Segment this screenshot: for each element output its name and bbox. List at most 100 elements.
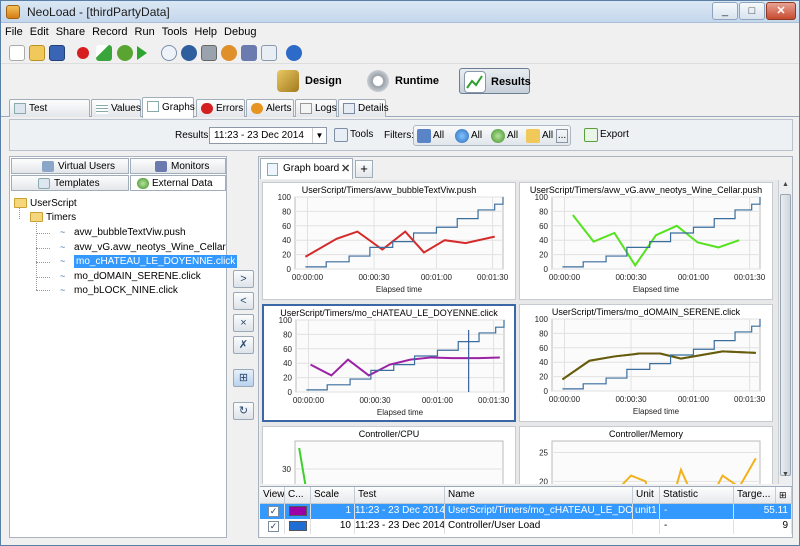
tab-errors[interactable]: Errors bbox=[196, 99, 245, 117]
filter-time[interactable]: All bbox=[526, 129, 556, 143]
results-select[interactable]: 11:23 - 23 Dec 2014 ▼ bbox=[209, 127, 327, 144]
export-icon bbox=[584, 128, 598, 142]
y-tick-label: 60 bbox=[539, 344, 548, 353]
menu-edit[interactable]: Edit bbox=[26, 24, 52, 38]
tab-values[interactable]: Values bbox=[91, 99, 141, 117]
col-color[interactable]: C... bbox=[285, 487, 311, 504]
col-statistic[interactable]: Statistic bbox=[660, 487, 734, 504]
details-icon bbox=[343, 103, 355, 114]
mode-results[interactable]: Results bbox=[459, 68, 531, 94]
menu-share[interactable]: Share bbox=[52, 24, 88, 38]
edit-icon[interactable] bbox=[261, 45, 277, 61]
menu-bar: File Edit Share Record Run Tools Help Debug bbox=[1, 24, 799, 41]
col-scale[interactable]: Scale bbox=[311, 487, 355, 504]
col-view[interactable]: View bbox=[260, 487, 285, 504]
cloud-icon[interactable] bbox=[161, 45, 177, 61]
menu-debug[interactable]: Debug bbox=[220, 24, 259, 38]
y-tick-label: 0 bbox=[287, 265, 292, 274]
column-chooser-icon[interactable]: ⊞ bbox=[776, 487, 792, 504]
tab-templates[interactable]: Templates bbox=[11, 175, 129, 191]
col-test[interactable]: Test bbox=[355, 487, 445, 504]
save-icon[interactable] bbox=[49, 45, 65, 61]
maximize-button[interactable]: □ bbox=[739, 2, 765, 20]
tools-button[interactable]: Tools bbox=[332, 126, 380, 145]
color-swatch[interactable] bbox=[289, 506, 307, 516]
line-chart: 152025 bbox=[539, 440, 761, 484]
color-swatch[interactable] bbox=[289, 521, 307, 531]
timer-icon: ~ bbox=[60, 285, 66, 295]
tab-test-summary[interactable]: Test Summary bbox=[9, 99, 90, 131]
filter-population[interactable]: All bbox=[417, 129, 449, 143]
tab-graphs[interactable]: Graphs bbox=[142, 97, 195, 118]
view-checkbox[interactable]: ✓ bbox=[268, 521, 279, 532]
graph-card[interactable]: Controller/CPU2030 bbox=[262, 426, 516, 484]
monitor-icon[interactable] bbox=[241, 45, 257, 61]
filter-generator[interactable]: All bbox=[491, 129, 523, 143]
tab-logs[interactable]: Logs bbox=[295, 99, 337, 117]
y-tick-label: 20 bbox=[539, 251, 548, 260]
col-target[interactable]: Targe... bbox=[734, 487, 776, 504]
graph-card[interactable]: UserScript/Timers/mo_dOMAIN_SERENE.click… bbox=[519, 304, 773, 422]
template-icon bbox=[38, 178, 50, 189]
open-icon[interactable] bbox=[29, 45, 45, 61]
menu-help[interactable]: Help bbox=[190, 24, 220, 38]
close-button[interactable]: ✕ bbox=[766, 2, 796, 20]
y-tick-label: 100 bbox=[278, 193, 292, 202]
menu-run[interactable]: Run bbox=[131, 24, 158, 38]
check-icon[interactable] bbox=[96, 45, 112, 61]
remove-from-graph-button[interactable]: < bbox=[233, 292, 254, 310]
timer-icon: ~ bbox=[60, 271, 66, 281]
minimize-button[interactable]: _ bbox=[712, 2, 738, 20]
graph-card[interactable]: UserScript/Timers/avw_vG.avw_neotys_Wine… bbox=[519, 182, 773, 300]
graph-card[interactable]: UserScript/Timers/avw_bubbleTextViw.push… bbox=[262, 182, 516, 300]
debug-icon[interactable] bbox=[117, 45, 133, 61]
col-name[interactable]: Name bbox=[445, 487, 633, 504]
more-filters-button[interactable]: ... bbox=[556, 129, 568, 143]
server-icon[interactable] bbox=[201, 45, 217, 61]
run-icon[interactable] bbox=[137, 46, 147, 60]
license-icon[interactable] bbox=[221, 45, 237, 61]
export-button[interactable]: Export bbox=[582, 126, 632, 145]
view-checkbox[interactable]: ✓ bbox=[268, 506, 279, 517]
menu-file[interactable]: File bbox=[1, 24, 26, 38]
time-icon bbox=[526, 129, 540, 143]
graph-card[interactable]: UserScript/Timers/mo_cHATEAU_LE_DOYENNE.… bbox=[262, 304, 516, 422]
x-tick-label: 00:00:00 bbox=[549, 273, 581, 282]
sync-icon[interactable] bbox=[181, 45, 197, 61]
vertical-scrollbar[interactable]: ▲ ▼ bbox=[778, 180, 792, 484]
results-label: Results: bbox=[175, 130, 212, 141]
tab-monitors[interactable]: Monitors bbox=[130, 158, 226, 174]
record-icon[interactable] bbox=[77, 47, 89, 59]
table-row[interactable]: ✓ 1 11:23 - 23 Dec 2014 UserScript/Timer… bbox=[260, 504, 792, 519]
add-to-graph-button[interactable]: > bbox=[233, 270, 254, 288]
y-tick-label: 40 bbox=[282, 236, 291, 245]
filter-zone[interactable]: All bbox=[455, 129, 487, 143]
timer-icon: ~ bbox=[60, 256, 66, 266]
delete-curve-button[interactable]: × bbox=[233, 314, 254, 332]
layout-grid-button[interactable]: ⊞ bbox=[233, 369, 254, 387]
col-unit[interactable]: Unit bbox=[633, 487, 660, 504]
graph-grid: UserScript/Timers/avw_bubbleTextViw.push… bbox=[260, 180, 778, 484]
help-icon[interactable] bbox=[286, 45, 302, 61]
menu-record[interactable]: Record bbox=[88, 24, 130, 38]
scroll-thumb[interactable] bbox=[780, 194, 791, 476]
menu-tools[interactable]: Tools bbox=[158, 24, 191, 38]
y-tick-label: 100 bbox=[535, 193, 549, 202]
clear-curves-button[interactable]: ✗ bbox=[233, 336, 254, 354]
new-icon[interactable] bbox=[9, 45, 25, 61]
tab-graph-board[interactable]: Graph board ✕ bbox=[260, 158, 353, 179]
close-tab-icon[interactable]: ✕ bbox=[341, 159, 350, 179]
mode-runtime[interactable]: Runtime bbox=[367, 68, 443, 94]
add-tab-button[interactable]: + bbox=[355, 160, 373, 178]
mode-design[interactable]: Design bbox=[277, 68, 347, 94]
error-icon bbox=[201, 103, 213, 114]
tab-external-data[interactable]: External Data bbox=[130, 175, 226, 191]
table-row[interactable]: ✓ 10 11:23 - 23 Dec 2014 Controller/User… bbox=[260, 519, 792, 534]
summary-icon bbox=[14, 103, 26, 114]
graph-card[interactable]: Controller/Memory152025 bbox=[519, 426, 773, 484]
tab-virtual-users[interactable]: Virtual Users bbox=[11, 158, 129, 174]
tab-alerts[interactable]: Alerts bbox=[246, 99, 294, 117]
refresh-button[interactable]: ↻ bbox=[233, 402, 254, 420]
x-axis-label: Elapsed time bbox=[377, 408, 424, 417]
tab-details[interactable]: Details bbox=[338, 99, 389, 117]
